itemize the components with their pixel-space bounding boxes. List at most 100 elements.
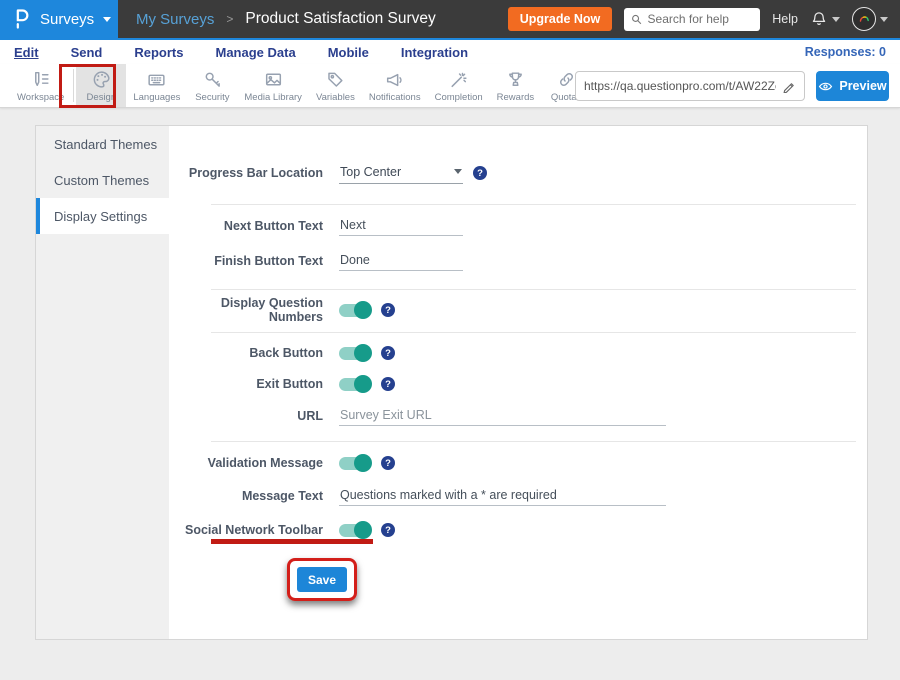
survey-nav: Edit Send Reports Manage Data Mobile Int… [0,40,900,64]
exit-button-toggle[interactable] [339,378,371,391]
social-network-toolbar-toggle[interactable] [339,524,371,537]
message-text-input[interactable] [339,486,666,506]
display-question-numbers-toggle[interactable] [339,304,371,317]
divider [211,332,856,333]
social-network-toolbar-label: Social Network Toolbar [169,523,323,537]
exit-url-input[interactable] [339,406,666,426]
back-button-label: Back Button [169,346,323,360]
exit-button-row: Exit Button ? [169,370,395,398]
notifications-bell-button[interactable] [810,10,840,28]
exit-button-label: Exit Button [169,377,323,391]
avatar-logo-icon [857,12,871,26]
message-text-label: Message Text [169,489,323,503]
toolbar-notifications-button[interactable]: Notifications [362,64,428,107]
survey-url-field[interactable] [575,71,805,101]
toolbar-media-library-button[interactable]: Media Library [237,64,309,107]
finish-button-text-row: Finish Button Text [169,247,463,275]
nav-edit[interactable]: Edit [14,45,39,60]
page-title: Product Satisfaction Survey [245,10,435,28]
chevron-down-icon [832,17,840,22]
next-button-text-row: Next Button Text [169,212,463,240]
toolbar-security-button[interactable]: Security [187,64,237,107]
divider [211,289,856,290]
progress-bar-location-value: Top Center [340,165,401,179]
eye-icon [818,81,833,92]
toolbar-completion-button[interactable]: Completion [428,64,490,107]
quotas-link-icon [556,69,577,90]
toolbar-languages-button[interactable]: Languages [126,64,187,107]
languages-keyboard-icon [146,69,167,90]
validation-message-toggle[interactable] [339,457,371,470]
help-icon[interactable]: ? [381,523,395,537]
nav-manage-data[interactable]: Manage Data [215,45,295,60]
help-icon[interactable]: ? [381,456,395,470]
toggle-knob [354,375,372,393]
survey-url-input[interactable] [584,79,776,93]
variables-tag-icon [325,69,346,90]
progress-bar-location-row: Progress Bar Location Top Center ? [169,159,487,187]
help-icon[interactable]: ? [381,346,395,360]
back-button-toggle[interactable] [339,347,371,360]
finish-button-text-label: Finish Button Text [169,254,323,268]
chevron-down-icon [880,17,888,22]
social-network-toolbar-row: Social Network Toolbar ? [169,516,395,544]
nav-send[interactable]: Send [71,45,103,60]
display-question-numbers-label: Display Question Numbers [169,296,323,324]
toolbar-variables-button[interactable]: Variables [309,64,362,107]
toggle-knob [354,301,372,319]
workspace-icon [30,69,51,90]
security-key-icon [202,69,223,90]
toggle-knob [354,344,372,362]
toolbar-rewards-button[interactable]: Rewards [490,64,542,107]
avatar [852,7,876,31]
help-icon[interactable]: ? [473,166,487,180]
exit-url-label: URL [169,409,323,423]
help-icon[interactable]: ? [381,303,395,317]
upgrade-now-button[interactable]: Upgrade Now [508,7,613,31]
bell-icon [810,10,828,28]
media-library-image-icon [263,69,284,90]
back-button-row: Back Button ? [169,339,395,367]
edit-pencil-icon[interactable] [782,79,796,93]
toolbar-design-button[interactable]: Design [76,64,126,107]
sidebar-item-display-settings[interactable]: Display Settings [36,198,169,234]
chevron-down-icon [454,169,462,174]
nav-mobile[interactable]: Mobile [328,45,369,60]
notifications-megaphone-icon [384,69,405,90]
rewards-trophy-icon [505,69,526,90]
sidebar-item-standard-themes[interactable]: Standard Themes [36,126,169,162]
nav-integration[interactable]: Integration [401,45,468,60]
search-icon [631,13,642,26]
preview-button[interactable]: Preview [816,71,889,101]
questionpro-logo-icon [14,8,31,30]
toolbar-separator [73,69,74,102]
breadcrumb-separator: > [226,12,233,26]
search-input[interactable] [648,12,754,26]
account-menu-button[interactable] [852,7,888,31]
product-menu-label: Surveys [40,11,94,28]
app-window: Surveys My Surveys > Product Satisfactio… [0,0,900,680]
divider [211,204,856,205]
help-search[interactable] [624,8,760,31]
design-palette-icon [91,69,112,90]
responses-count: Responses: 0 [805,45,886,59]
help-icon[interactable]: ? [381,377,395,391]
finish-button-text-input[interactable] [339,251,463,271]
next-button-text-input[interactable] [339,216,463,236]
progress-bar-location-label: Progress Bar Location [169,166,323,180]
save-button[interactable]: Save [297,567,347,592]
sidebar-item-custom-themes[interactable]: Custom Themes [36,162,169,198]
validation-message-label: Validation Message [169,456,323,470]
exit-url-row: URL [169,402,666,430]
next-button-text-label: Next Button Text [169,219,323,233]
top-header: Surveys My Surveys > Product Satisfactio… [0,0,900,38]
toolbar-workspace-button[interactable]: Workspace [10,64,71,107]
progress-bar-location-select[interactable]: Top Center [339,163,463,184]
help-link[interactable]: Help [772,12,798,26]
breadcrumb-parent-link[interactable]: My Surveys [136,11,214,28]
product-menu[interactable]: Surveys [0,0,118,39]
nav-reports[interactable]: Reports [134,45,183,60]
design-settings-card: Standard Themes Custom Themes Display Se… [35,125,868,640]
divider [211,441,856,442]
completion-wand-icon [448,69,469,90]
